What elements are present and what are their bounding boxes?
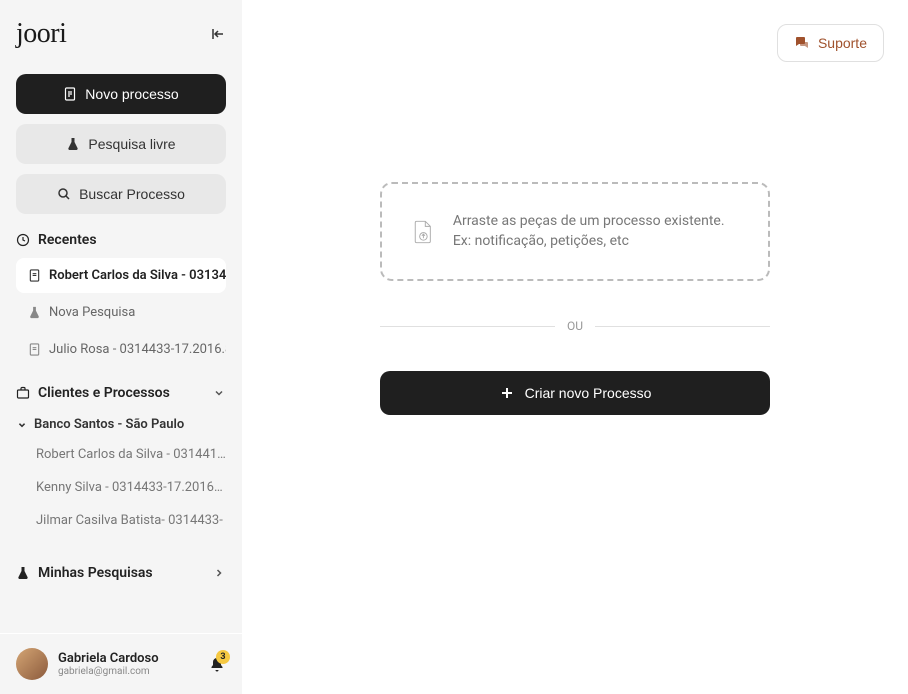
recent-item[interactable]: Robert Carlos da Silva - 03134... [16,258,226,293]
client-group-name: Banco Santos - São Paulo [34,417,184,432]
avatar[interactable] [16,648,48,680]
support-button[interactable]: Suporte [777,24,884,62]
collapse-icon [210,26,226,42]
recent-item-label: Nova Pesquisa [49,305,135,320]
document-icon [63,87,77,101]
user-footer: Gabriela Cardoso gabriela@gmail.com 3 [0,633,242,694]
user-name: Gabriela Cardoso [58,651,198,666]
user-email: gabriela@gmail.com [58,666,198,677]
logo: joori [16,18,66,50]
process-item[interactable]: Robert Carlos da Silva - 0314413. [16,438,226,471]
free-search-label: Pesquisa livre [88,136,175,152]
recent-item-label: Julio Rosa - 0314433-17.2016.8... [49,342,226,357]
plus-icon [499,385,515,401]
clients-label: Clientes e Processos [38,385,170,401]
divider-label: ou [567,319,583,333]
search-icon [57,187,71,201]
clock-icon [16,233,30,247]
search-process-button[interactable]: Buscar Processo [16,174,226,214]
dropzone[interactable]: Arraste as peças de um processo existent… [380,182,770,281]
create-process-button[interactable]: Criar novo Processo [380,371,770,415]
new-process-label: Novo processo [85,86,178,102]
free-search-button[interactable]: Pesquisa livre [16,124,226,164]
client-group: Banco Santos - São Paulo Robert Carlos d… [16,411,226,537]
flask-icon [66,137,80,151]
sidebar: joori Novo processo Pesquisa livre Busca… [0,0,242,694]
recents-list: Robert Carlos da Silva - 03134... Nova P… [16,258,226,367]
flask-icon [28,306,41,319]
recent-item-label: Robert Carlos da Silva - 03134... [49,268,226,283]
support-label: Suporte [818,35,867,51]
main-content: Suporte Arraste as peças de um processo … [242,0,908,694]
my-searches-label: Minhas Pesquisas [38,565,153,581]
chat-icon [794,35,810,51]
document-icon [28,269,41,282]
notification-button[interactable]: 3 [208,654,226,674]
process-item[interactable]: Jilmar Casilva Batista- 0314433- [16,504,226,537]
flask-icon [16,566,30,580]
document-icon [28,343,41,356]
new-process-button[interactable]: Novo processo [16,74,226,114]
clients-header[interactable]: Clientes e Processos [16,385,226,401]
chevron-down-icon [16,419,28,431]
recent-item[interactable]: Julio Rosa - 0314433-17.2016.8... [16,332,226,367]
notification-badge: 3 [216,650,230,664]
recent-item[interactable]: Nova Pesquisa [16,295,226,330]
dropzone-text: Arraste as peças de um processo existent… [453,212,736,251]
collapse-sidebar-button[interactable] [210,26,226,42]
user-info: Gabriela Cardoso gabriela@gmail.com [58,651,198,677]
divider: ou [380,319,770,333]
process-item[interactable]: Kenny Silva - 0314433-17.2016.8. [16,471,226,504]
chevron-down-icon[interactable] [212,386,226,400]
my-searches-header[interactable]: Minhas Pesquisas [16,565,226,581]
recents-header: Recentes [16,232,226,248]
upload-file-icon [414,213,433,251]
search-process-label: Buscar Processo [79,186,185,202]
briefcase-icon [16,386,30,400]
chevron-right-icon[interactable] [212,566,226,580]
create-process-label: Criar novo Processo [525,385,652,401]
process-list: Robert Carlos da Silva - 0314413. Kenny … [16,438,226,537]
client-group-header[interactable]: Banco Santos - São Paulo [16,411,226,438]
recents-label: Recentes [38,232,97,248]
